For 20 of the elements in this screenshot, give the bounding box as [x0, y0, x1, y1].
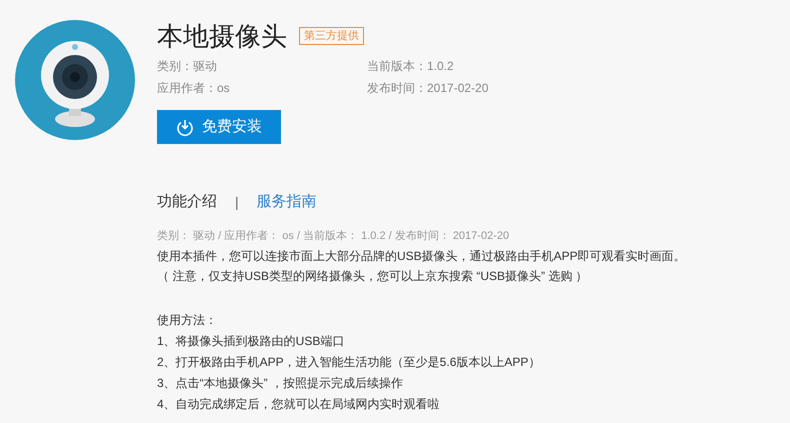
usage-step: 4、自动完成绑定后，您就可以在局域网内实时观看啦 — [157, 394, 440, 415]
usage-step: 2、打开极路由手机APP，进入智能生活功能（至少是5.6版本以上APP） — [157, 352, 540, 373]
meta-text: 发布时间：2017-02-20 — [367, 80, 490, 96]
webcam-icon — [15, 20, 135, 140]
tab-separator: | — [235, 193, 239, 212]
third-party-badge: 第三方提供 — [299, 27, 364, 45]
tab[interactable]: 服务指南 — [256, 192, 317, 212]
usage-step: 1、将摄像头插到极路由的USB端口 — [157, 331, 344, 352]
download-icon — [176, 118, 194, 136]
install-button[interactable]: 免费安装 — [157, 110, 281, 144]
usage-heading: 使用方法： — [157, 312, 217, 329]
description-text: （ 注意，仅支持USB类型的网络摄像头，您可以上京东搜索 “USB摄像头” 选购 ） — [157, 268, 588, 285]
description-text: 使用本插件，您可以连接市面上大部分品牌的USB摄像头，通过极路由手机APP即可观看实时画面。 — [157, 248, 686, 265]
app-title: 本地摄像头 — [157, 20, 287, 53]
tab[interactable]: 功能介绍 — [157, 192, 217, 212]
app-summary: 类别： 驱动 / 应用作者： os / 当前版本： 1.0.2 / 发布时间： 2017-02-20 — [157, 228, 510, 244]
meta-text: 当前版本：1.0.2 — [367, 58, 455, 74]
meta-text: 应用作者：os — [157, 80, 231, 96]
meta-text: 类别：驱动 — [157, 58, 218, 74]
usage-step: 3、点击“本地摄像头” ，按照提示完成后续操作 — [157, 373, 403, 394]
